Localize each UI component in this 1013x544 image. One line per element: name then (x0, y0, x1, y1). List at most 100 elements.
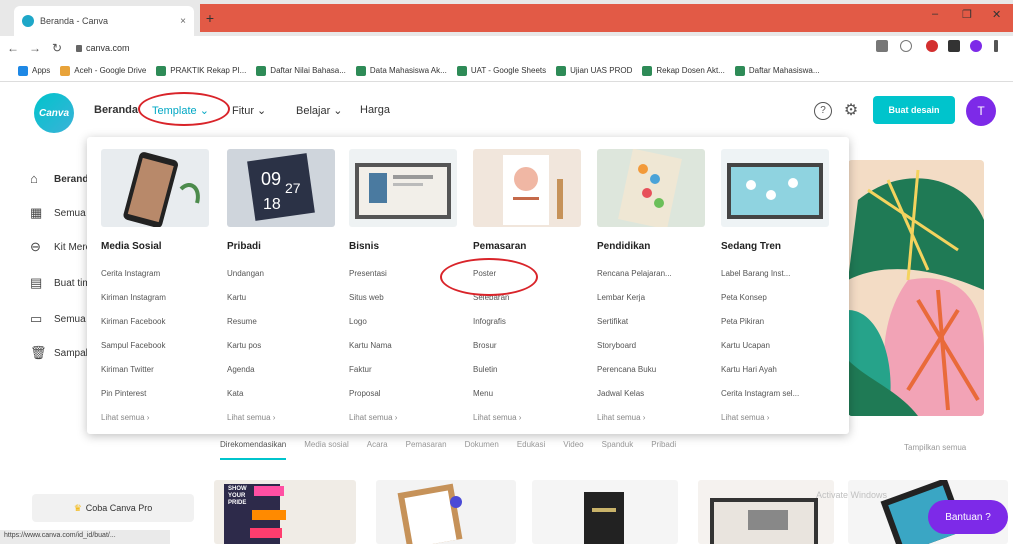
category-tab[interactable]: Acara (367, 440, 388, 460)
menu-item[interactable]: Buletin (473, 365, 497, 374)
menu-item[interactable]: Cerita Instagram (101, 269, 160, 278)
menu-item[interactable]: Perencana Buku (597, 365, 656, 374)
menu-item[interactable]: Kata (227, 389, 243, 398)
back-icon[interactable]: ← (4, 41, 22, 55)
see-all-menu-link[interactable]: Lihat semua › (349, 413, 397, 422)
canva-logo[interactable]: Canva (34, 93, 74, 133)
menu-item[interactable]: Kartu pos (227, 341, 261, 350)
see-all-link[interactable]: Tampilkan semua (904, 443, 966, 452)
category-tab[interactable]: Dokumen (465, 440, 499, 460)
category-tab[interactable]: Pribadi (651, 440, 676, 460)
sidebar-item[interactable]: 🗑 Sampah (30, 346, 91, 360)
puzzle-icon[interactable] (948, 40, 960, 52)
sidebar-item[interactable]: ▤ Buat tim (30, 276, 91, 290)
category-tab[interactable]: Pemasaran (406, 440, 447, 460)
menu-item[interactable]: Logo (349, 317, 367, 326)
category-tab[interactable]: Spanduk (602, 440, 634, 460)
menu-item[interactable]: Cerita Instagram sel... (721, 389, 799, 398)
tab-close-icon[interactable]: × (180, 16, 186, 27)
menu-column-title[interactable]: Media Sosial (101, 241, 162, 252)
see-all-menu-link[interactable]: Lihat semua › (597, 413, 645, 422)
menu-item[interactable]: Resume (227, 317, 257, 326)
menu-item[interactable]: Kartu Nama (349, 341, 392, 350)
menu-item[interactable]: Infografis (473, 317, 506, 326)
menu-column-title[interactable]: Bisnis (349, 241, 379, 252)
menu-column-title[interactable]: Pemasaran (473, 241, 526, 252)
menu-column-title[interactable]: Pendidikan (597, 241, 650, 252)
new-tab-button[interactable]: + (202, 10, 218, 26)
reload-icon[interactable]: ↻ (48, 41, 66, 55)
help-button[interactable]: Bantuan ? (928, 500, 1008, 534)
bookmark-label: Rekap Dosen Akt... (656, 66, 725, 75)
menu-item[interactable]: Kartu Hari Ayah (721, 365, 777, 374)
menu-item[interactable]: Brosur (473, 341, 497, 350)
menu-item[interactable]: Rencana Pelajaran... (597, 269, 672, 278)
menu-column-title[interactable]: Pribadi (227, 241, 261, 252)
create-design-button[interactable]: Buat desain (873, 96, 955, 124)
bookmark-item[interactable]: Apps (18, 65, 50, 76)
menu-item[interactable]: Peta Konsep (721, 293, 767, 302)
bookmark-item[interactable]: Aceh - Google Drive (60, 65, 146, 76)
forward-icon[interactable]: → (26, 41, 44, 55)
help-icon[interactable]: ? (814, 102, 832, 120)
url-field[interactable]: canva.com (76, 43, 130, 53)
template-thumbnail[interactable]: SHOW YOUR PRIDE (214, 480, 356, 544)
gear-icon[interactable]: ⚙ (842, 102, 860, 120)
nav-features[interactable]: Fitur ⌄ (232, 104, 266, 117)
bookmark-item[interactable]: Rekap Dosen Akt... (642, 65, 725, 76)
menu-item[interactable]: Label Barang Inst... (721, 269, 790, 278)
menu-item[interactable]: Pin Pinterest (101, 389, 146, 398)
category-tab[interactable]: Direkomendasikan (220, 440, 287, 460)
see-all-menu-link[interactable]: Lihat semua › (721, 413, 769, 422)
maximize-button[interactable]: ❐ (962, 8, 972, 21)
browser-tab[interactable]: Beranda - Canva × (14, 6, 194, 36)
menu-item[interactable]: Kartu Ucapan (721, 341, 770, 350)
menu-item[interactable]: Faktur (349, 365, 372, 374)
see-all-menu-link[interactable]: Lihat semua › (473, 413, 521, 422)
sidebar-item[interactable]: ⌂ Beranda (30, 172, 94, 186)
bookmark-item[interactable]: PRAKTIK Rekap PI... (156, 65, 246, 76)
menu-item[interactable]: Menu (473, 389, 493, 398)
bookmark-item[interactable]: Ujian UAS PROD (556, 65, 632, 76)
try-canva-pro-button[interactable]: ♛ Coba Canva Pro (32, 494, 194, 522)
see-all-menu-link[interactable]: Lihat semua › (227, 413, 275, 422)
menu-item[interactable]: Jadwal Kelas (597, 389, 644, 398)
menu-item[interactable]: Kiriman Twitter (101, 365, 154, 374)
nav-learn[interactable]: Belajar ⌄ (296, 104, 343, 117)
menu-item[interactable]: Storyboard (597, 341, 636, 350)
template-thumbnail[interactable] (532, 480, 678, 544)
see-all-menu-link[interactable]: Lihat semua › (101, 413, 149, 422)
adblock-icon[interactable] (926, 40, 938, 52)
menu-item[interactable]: Peta Pikiran (721, 317, 764, 326)
menu-item[interactable]: Lembar Kerja (597, 293, 645, 302)
bookmark-item[interactable]: Daftar Mahasiswa... (734, 65, 820, 76)
star-icon[interactable] (900, 40, 912, 52)
avatar[interactable]: T (966, 96, 996, 126)
category-tab[interactable]: Media sosial (304, 440, 348, 460)
menu-item[interactable]: Presentasi (349, 269, 387, 278)
extension-icon[interactable] (876, 40, 888, 52)
bookmark-item[interactable]: Data Mahasiswa Ak... (355, 65, 447, 76)
more-icon[interactable] (994, 40, 998, 52)
menu-item[interactable]: Undangan (227, 269, 264, 278)
menu-item[interactable]: Agenda (227, 365, 255, 374)
category-tab[interactable]: Edukasi (517, 440, 545, 460)
menu-item[interactable]: Kartu (227, 293, 246, 302)
nav-home[interactable]: Beranda (94, 104, 138, 116)
menu-item[interactable]: Situs web (349, 293, 384, 302)
bookmark-item[interactable]: Daftar Nilai Bahasa... (256, 65, 346, 76)
menu-item[interactable]: Kiriman Instagram (101, 293, 166, 302)
template-thumbnail[interactable] (376, 480, 516, 544)
template-thumbnail[interactable] (698, 480, 834, 544)
minimize-button[interactable]: – (932, 8, 938, 20)
bookmark-item[interactable]: UAT - Google Sheets (456, 65, 546, 76)
close-window-button[interactable]: ✕ (992, 8, 1001, 21)
menu-item[interactable]: Sertifikat (597, 317, 628, 326)
nav-pricing[interactable]: Harga (360, 104, 390, 116)
profile-icon[interactable] (970, 40, 982, 52)
menu-column-title[interactable]: Sedang Tren (721, 241, 781, 252)
category-tab[interactable]: Video (563, 440, 583, 460)
menu-item[interactable]: Proposal (349, 389, 381, 398)
menu-item[interactable]: Kiriman Facebook (101, 317, 165, 326)
menu-item[interactable]: Sampul Facebook (101, 341, 165, 350)
